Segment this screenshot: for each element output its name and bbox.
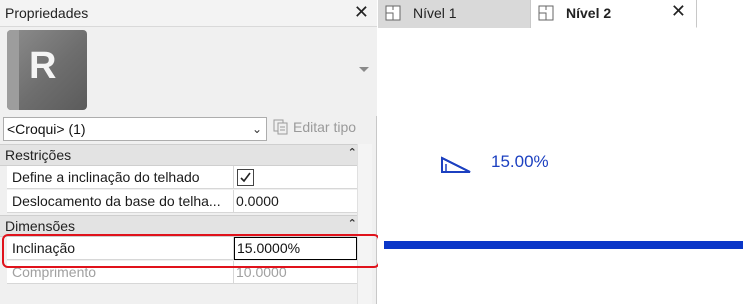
tab-nivel-2[interactable]: Nível 2 ✕: [531, 0, 697, 28]
properties-title-bar: Propriedades ✕: [0, 0, 377, 27]
chevron-down-icon[interactable]: ⌄: [252, 122, 262, 136]
slope-input-value: 15.0000%: [237, 240, 301, 256]
property-name: Deslocamento da base do telha...: [12, 193, 221, 209]
length-value: 10.0000: [236, 264, 287, 280]
drawing-canvas[interactable]: 15.00%: [378, 28, 743, 304]
section-title: Restrições: [5, 147, 72, 163]
edit-type-label: Editar tipo: [293, 119, 357, 135]
edit-type-icon: [273, 119, 288, 135]
property-row-define-slope: Define a inclinação do telhado: [0, 166, 372, 189]
tab-nivel-1[interactable]: Nível 1: [378, 0, 531, 28]
property-row-length: Comprimento 10.0000: [0, 261, 372, 284]
base-offset-value[interactable]: 0.0000: [236, 193, 279, 209]
properties-title: Propriedades: [5, 5, 89, 21]
define-slope-checkbox[interactable]: [237, 169, 254, 186]
type-preview[interactable]: R: [0, 27, 377, 116]
section-title: Dimensões: [5, 218, 76, 234]
checkmark-icon: [240, 172, 251, 183]
slope-arrow-icon: [441, 156, 471, 173]
roof-sketch-line[interactable]: [384, 241, 743, 249]
section-header-dimensoes[interactable]: Dimensões ⌃⌃: [0, 215, 372, 237]
view-tab-bar: Nível 1 Nível 2 ✕: [378, 0, 743, 28]
instance-selector[interactable]: <Croqui> (1) ⌄: [3, 117, 267, 141]
edit-type-button[interactable]: Editar tipo: [273, 119, 356, 139]
property-name: Inclinação: [12, 240, 76, 256]
close-icon[interactable]: ✕: [671, 1, 686, 22]
property-name: Comprimento: [12, 264, 97, 280]
tab-label: Nível 2: [566, 5, 612, 21]
revit-logo: R: [7, 30, 87, 110]
properties-panel: Propriedades ✕ R <Croqui> (1) ⌄ Editar t…: [0, 0, 380, 304]
instance-selector-value: <Croqui> (1): [7, 121, 86, 137]
slope-label[interactable]: 15.00%: [491, 152, 549, 172]
section-header-restricoes[interactable]: Restrições ⌃⌃: [0, 144, 372, 166]
scrollbar[interactable]: [357, 144, 372, 304]
floor-plan-icon: [385, 5, 401, 21]
property-name: Define a inclinação do telhado: [12, 169, 200, 185]
floor-plan-icon: [538, 5, 554, 21]
close-icon[interactable]: ✕: [354, 2, 369, 23]
slope-input[interactable]: 15.0000%: [234, 237, 357, 260]
tab-label: Nível 1: [413, 5, 457, 21]
property-row-slope: Inclinação 15.0000%: [0, 237, 372, 260]
type-selector-row: <Croqui> (1) ⌄ Editar tipo: [0, 116, 377, 142]
property-row-base-offset: Deslocamento da base do telha... 0.0000: [0, 190, 372, 213]
property-grid: Restrições ⌃⌃ Define a inclinação do tel…: [0, 144, 377, 304]
chevron-down-icon[interactable]: [359, 67, 369, 72]
